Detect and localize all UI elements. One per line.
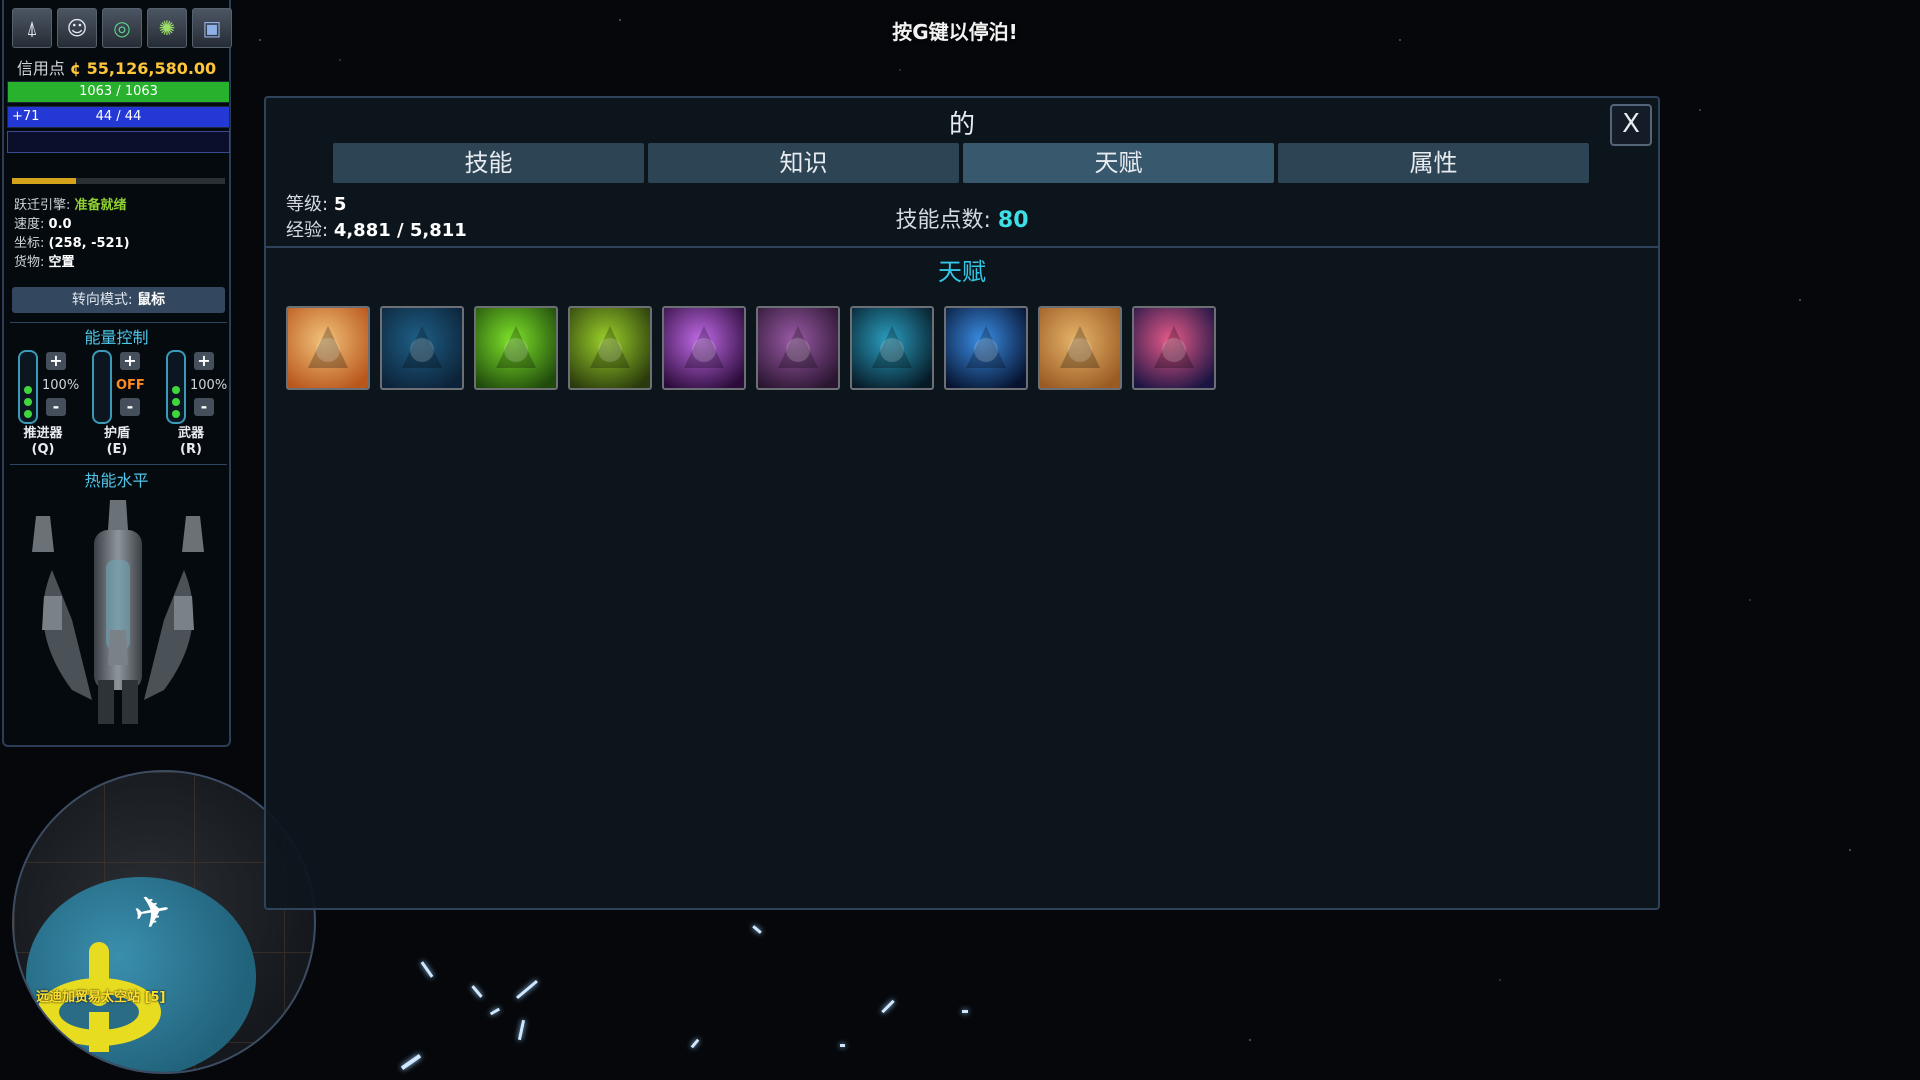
engines-power-dot — [24, 398, 32, 406]
dialog-tabs: 技能 知识 天赋 属性 — [333, 143, 1589, 183]
speed-row: 速度: 0.0 — [14, 215, 130, 234]
talents-section-title: 天赋 — [938, 258, 986, 286]
shields-power-value: OFF — [116, 378, 145, 393]
engines-power-track — [18, 350, 38, 424]
weapons-power-value: 100% — [190, 378, 228, 393]
coords-label: 坐标: — [14, 236, 45, 251]
cargo-row: 货物: 空置 — [14, 253, 130, 272]
talent-fighter-icon[interactable] — [1132, 306, 1216, 390]
power-engines: + 100% - 推进器 (Q) — [12, 350, 82, 462]
engines-increase-button[interactable]: + — [46, 352, 66, 370]
weapons-label: 武器 (R) — [160, 426, 222, 458]
talent-wings-icon[interactable] — [380, 306, 464, 390]
jump-status-row: 跃迁引擎: 准备就绪 — [14, 196, 130, 215]
tab-talents[interactable]: 天赋 — [963, 143, 1274, 183]
talent-pirate-icon[interactable] — [286, 306, 370, 390]
shield-bar-text: 44 / 44 — [95, 109, 142, 124]
shields-power-track — [92, 350, 112, 424]
station-label: 远迪加贸易太空站 [5] — [36, 990, 166, 1005]
galaxy-map-icon[interactable]: ✺ — [147, 8, 187, 48]
cargo-label: 货物: — [14, 255, 45, 270]
hull-bar: 1063 / 1063 — [7, 81, 230, 103]
hud-icon-bar: ⍋ ☺ ◎ ✺ ▣ — [12, 8, 232, 48]
energy-bar — [7, 131, 230, 153]
weapons-power-track — [166, 350, 186, 424]
jump-drive-progress-fill — [12, 178, 76, 184]
engines-label: 推进器 (Q) — [12, 426, 74, 458]
divider — [10, 464, 227, 465]
codex-icon[interactable]: ▣ — [192, 8, 232, 48]
shields-name: 护盾 — [103, 426, 130, 441]
close-button[interactable]: X — [1610, 104, 1652, 146]
jump-label: 跃迁引擎: — [14, 198, 71, 213]
skill-points: 技能点数: 80 — [266, 202, 1658, 234]
ship-icon[interactable]: ⍋ — [12, 8, 52, 48]
pilot-icon[interactable]: ☺ — [57, 8, 97, 48]
talent-particles-icon[interactable] — [850, 306, 934, 390]
talent-star-map-icon[interactable] — [1038, 306, 1122, 390]
talent-armor-blocks-icon[interactable] — [756, 306, 840, 390]
jump-value: 准备就绪 — [74, 198, 127, 213]
talent-vortex-icon[interactable] — [944, 306, 1028, 390]
speed-value: 0.0 — [48, 217, 72, 232]
shields-label: 护盾 (E) — [86, 426, 148, 458]
steering-mode-label: 转向模式: — [71, 292, 133, 308]
engines-power-dot — [24, 386, 32, 394]
weapons-increase-button[interactable]: + — [194, 352, 214, 370]
weapons-power-dot — [172, 398, 180, 406]
divider — [10, 322, 227, 323]
engines-power-value: 100% — [42, 378, 80, 393]
coords-value: (258, -521) — [48, 236, 130, 251]
hull-bar-text: 1063 / 1063 — [79, 84, 158, 99]
heat-level-title: 热能水平 — [84, 471, 149, 490]
cargo-value: 空置 — [48, 255, 75, 270]
ship-status-panel: ⍋ ☺ ◎ ✺ ▣ 信用点 ¢ 55,126,580.00 1063 / 106… — [2, 0, 232, 747]
character-dialog: 的 X 技能 知识 天赋 属性 等级: 5 经验: 4,881 / 5,811 … — [264, 96, 1660, 910]
jump-drive-progress — [12, 178, 225, 184]
steering-mode-button[interactable]: 转向模式: 鼠标 — [12, 287, 225, 313]
radar-icon[interactable]: ◎ — [102, 8, 142, 48]
engines-key: (Q) — [31, 442, 55, 457]
ship-status-text: 跃迁引擎: 准备就绪 速度: 0.0 坐标: (258, -521) 货物: 空… — [14, 196, 130, 272]
shield-bar: +71 44 / 44 — [7, 106, 230, 128]
power-control-title: 能量控制 — [84, 328, 149, 347]
tab-knowledge[interactable]: 知识 — [648, 143, 959, 183]
weapons-power-dot — [172, 386, 180, 394]
talent-wasp-icon[interactable] — [568, 306, 652, 390]
dock-hint: 按G键以停泊! — [892, 20, 1018, 44]
skill-points-label: 技能点数: — [895, 208, 991, 233]
weapons-key: (R) — [180, 442, 202, 457]
ship-schematic-icon — [32, 500, 204, 724]
steering-mode-value: 鼠标 — [137, 292, 166, 308]
weapons-name: 武器 — [177, 426, 204, 441]
shields-increase-button[interactable]: + — [120, 352, 140, 370]
shields-decrease-button[interactable]: - — [120, 398, 140, 416]
engines-name: 推进器 — [23, 426, 63, 441]
talent-list — [286, 306, 1216, 390]
talent-green-beam-icon[interactable] — [474, 306, 558, 390]
tab-attributes[interactable]: 属性 — [1278, 143, 1589, 183]
credits-label: 信用点 — [16, 59, 65, 78]
weapons-decrease-button[interactable]: - — [194, 398, 214, 416]
engines-power-dot — [24, 410, 32, 418]
dialog-title: 的 — [948, 110, 975, 140]
weapons-power-dot — [172, 410, 180, 418]
power-shields: + OFF - 护盾 (E) — [86, 350, 156, 462]
talent-purple-strike-icon[interactable] — [662, 306, 746, 390]
power-weapons: + 100% - 武器 (R) — [160, 350, 230, 462]
engines-decrease-button[interactable]: - — [46, 398, 66, 416]
coords-row: 坐标: (258, -521) — [14, 234, 130, 253]
shields-key: (E) — [106, 442, 128, 457]
credits-display: 信用点 ¢ 55,126,580.00 — [4, 55, 229, 79]
skill-points-value: 80 — [997, 208, 1029, 233]
credits-value: ¢ 55,126,580.00 — [69, 59, 217, 78]
speed-label: 速度: — [14, 217, 45, 232]
dialog-header: 的 X 技能 知识 天赋 属性 等级: 5 经验: 4,881 / 5,811 … — [266, 98, 1658, 248]
tab-skills[interactable]: 技能 — [333, 143, 644, 183]
